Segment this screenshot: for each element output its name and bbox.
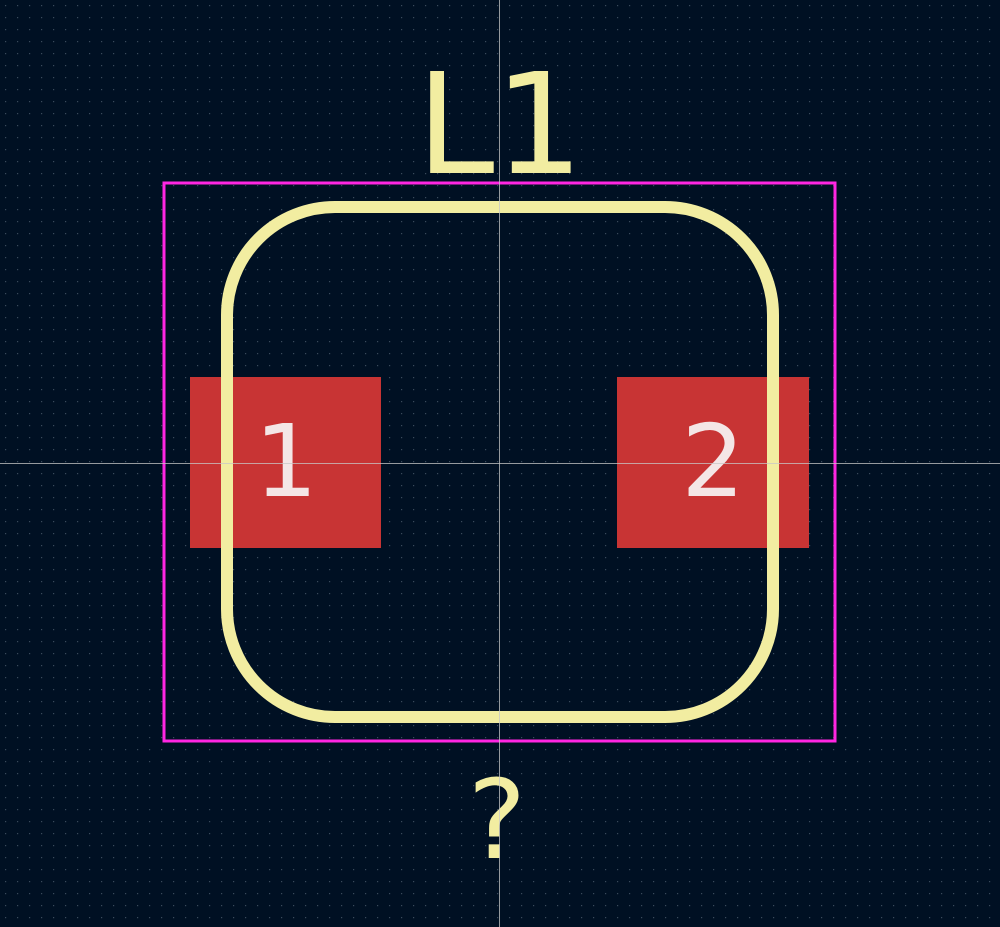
pad-1[interactable]: 1: [190, 377, 381, 548]
value-field[interactable]: ?: [468, 756, 526, 884]
pad-2[interactable]: 2: [617, 377, 809, 548]
footprint-canvas[interactable]: 1 2 L1 ?: [0, 0, 1000, 927]
pad-2-number: 2: [681, 403, 745, 520]
pad-1-number: 1: [254, 403, 318, 520]
